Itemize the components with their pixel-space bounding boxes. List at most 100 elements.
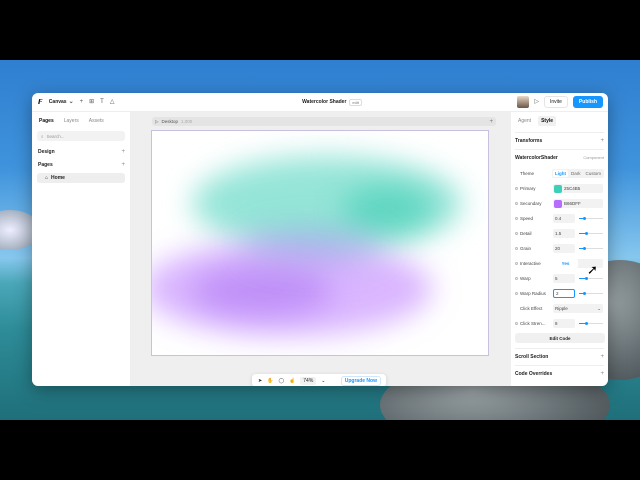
edit-code-button[interactable]: Edit Code bbox=[515, 333, 605, 343]
invite-button[interactable]: Invite bbox=[543, 96, 568, 108]
project-menu[interactable]: Canvas ⌄ bbox=[49, 99, 74, 105]
frame-icon[interactable]: ⊞ bbox=[89, 99, 94, 105]
upgrade-button[interactable]: Upgrade Now bbox=[340, 375, 381, 386]
code-overrides-section[interactable]: Code Overrides + bbox=[515, 371, 604, 377]
pages-label: Pages bbox=[38, 162, 53, 168]
click-effect-select[interactable]: Ripple ⌄ bbox=[553, 304, 603, 313]
hand-icon[interactable]: ✋ bbox=[267, 378, 273, 384]
theme-option-light[interactable]: Light bbox=[552, 170, 568, 177]
variable-dot-icon[interactable] bbox=[515, 292, 518, 295]
add-breakpoint-icon[interactable]: + bbox=[489, 119, 493, 125]
warp-radius-input[interactable]: 2 bbox=[553, 289, 575, 298]
frame-size: 1,000 bbox=[180, 119, 193, 124]
variable-dot-icon[interactable] bbox=[515, 232, 518, 235]
interactive-yes[interactable]: Yes bbox=[553, 259, 578, 268]
theme-option-custom[interactable]: Custom bbox=[583, 170, 603, 177]
design-label: Design bbox=[38, 149, 55, 155]
warp-radius-slider[interactable] bbox=[579, 292, 603, 295]
speed-slider[interactable] bbox=[579, 217, 603, 220]
secondary-swatch[interactable] bbox=[554, 199, 562, 208]
prop-click-effect: Click Effect Ripple ⌄ bbox=[515, 301, 604, 316]
detail-input[interactable]: 1.5 bbox=[553, 229, 575, 238]
component-header: WatercolorShader Component bbox=[515, 155, 604, 161]
document-title-area: Watercolor Shader edit bbox=[272, 98, 392, 106]
pages-section[interactable]: Pages + bbox=[38, 162, 125, 168]
component-name: WatercolorShader bbox=[515, 155, 558, 161]
chevron-down-icon[interactable]: ⌄ bbox=[321, 378, 325, 384]
prop-secondary: Secondary B66DFF bbox=[515, 196, 604, 211]
transforms-label: Transforms bbox=[515, 138, 543, 144]
prop-label: Secondary bbox=[520, 201, 542, 206]
prop-speed: Speed 0.4 bbox=[515, 211, 604, 226]
pointer-icon[interactable]: ➤ bbox=[258, 378, 262, 384]
tab-assets[interactable]: Assets bbox=[87, 117, 106, 125]
design-section[interactable]: Design + bbox=[38, 149, 125, 155]
tab-style[interactable]: Style bbox=[538, 116, 557, 126]
zoom-level[interactable]: 74% bbox=[300, 376, 317, 385]
add-page-icon[interactable]: + bbox=[121, 162, 125, 168]
add-transform-icon[interactable]: + bbox=[600, 138, 604, 144]
plus-icon[interactable]: + bbox=[80, 99, 84, 105]
prop-label: Warp bbox=[520, 276, 531, 281]
prop-label: Grain bbox=[520, 246, 532, 251]
desktop-frame[interactable] bbox=[151, 130, 489, 356]
variable-dot-icon[interactable] bbox=[515, 277, 518, 280]
chevron-down-icon: ⌄ bbox=[68, 99, 74, 105]
variable-dot-icon[interactable] bbox=[515, 322, 518, 325]
prop-detail: Detail 1.5 bbox=[515, 226, 604, 241]
detail-slider[interactable] bbox=[579, 232, 603, 235]
comment-icon[interactable]: ◯ bbox=[278, 378, 284, 384]
search-placeholder: Search... bbox=[46, 133, 65, 139]
grain-slider[interactable] bbox=[579, 247, 603, 250]
add-scroll-icon[interactable]: + bbox=[600, 354, 604, 360]
warp-slider[interactable] bbox=[579, 277, 603, 280]
speed-input[interactable]: 0.4 bbox=[553, 214, 575, 223]
project-name: Canvas bbox=[48, 99, 67, 105]
add-override-icon[interactable]: + bbox=[600, 371, 604, 377]
prop-warp-radius: Warp Radius 2 bbox=[515, 286, 604, 301]
left-tabs: Pages Layers Assets bbox=[37, 117, 125, 125]
divider bbox=[515, 365, 604, 366]
add-design-icon[interactable]: + bbox=[121, 149, 125, 155]
tab-agent[interactable]: Agent bbox=[515, 116, 534, 126]
frame-name: Desktop bbox=[161, 119, 178, 124]
document-title[interactable]: Watercolor Shader bbox=[302, 99, 346, 105]
theme-segmented-control[interactable]: Light Dark Custom bbox=[551, 169, 604, 178]
tab-layers[interactable]: Layers bbox=[62, 117, 81, 125]
grain-input[interactable]: 20 bbox=[553, 244, 575, 253]
primary-color-field[interactable]: 25C4B5 bbox=[553, 184, 603, 193]
shape-icon[interactable]: △ bbox=[110, 99, 115, 105]
mouse-cursor-icon: ➚ bbox=[587, 262, 598, 277]
variable-dot-icon[interactable] bbox=[515, 187, 518, 190]
click-strength-input[interactable]: 8 bbox=[553, 319, 575, 328]
primary-swatch[interactable] bbox=[554, 184, 562, 193]
page-item-home[interactable]: ⌂ Home bbox=[37, 173, 125, 183]
theme-option-dark[interactable]: Dark bbox=[569, 170, 583, 177]
search-input[interactable]: ⌕ Search... bbox=[37, 131, 125, 141]
canvas-area[interactable]: ▷ Desktop 1,000 + ➤ ✋ ◯ ☝ 74% ⌄ Upgrade … bbox=[131, 112, 510, 386]
prop-label: Primary bbox=[520, 186, 536, 191]
click-strength-slider[interactable] bbox=[579, 322, 603, 325]
variable-dot-icon[interactable] bbox=[515, 217, 518, 220]
avatar[interactable] bbox=[517, 96, 530, 108]
text-icon[interactable]: T bbox=[100, 99, 104, 105]
publish-button[interactable]: Publish bbox=[572, 96, 603, 108]
variable-dot-icon[interactable] bbox=[515, 262, 518, 265]
frame-label-bar[interactable]: ▷ Desktop 1,000 + bbox=[152, 117, 496, 126]
hand-tool-icon[interactable]: ☝ bbox=[289, 378, 295, 384]
variable-dot-icon[interactable] bbox=[515, 247, 518, 250]
prop-theme: Theme Light Dark Custom bbox=[515, 166, 604, 181]
transforms-section[interactable]: Transforms + bbox=[515, 138, 604, 144]
app-logo-icon[interactable]: 𝙁 bbox=[38, 98, 43, 106]
tab-pages[interactable]: Pages bbox=[37, 117, 56, 125]
divider bbox=[515, 348, 604, 349]
divider bbox=[515, 132, 604, 133]
scroll-section[interactable]: Scroll Section + bbox=[515, 354, 604, 360]
right-tabs: Agent Style bbox=[515, 116, 604, 126]
secondary-color-field[interactable]: B66DFF bbox=[553, 199, 603, 208]
divider bbox=[515, 149, 604, 150]
play-icon[interactable]: ▷ bbox=[534, 99, 539, 105]
variable-dot-icon[interactable] bbox=[515, 202, 518, 205]
warp-input[interactable]: 5 bbox=[553, 274, 575, 283]
play-icon[interactable]: ▷ bbox=[155, 119, 158, 125]
